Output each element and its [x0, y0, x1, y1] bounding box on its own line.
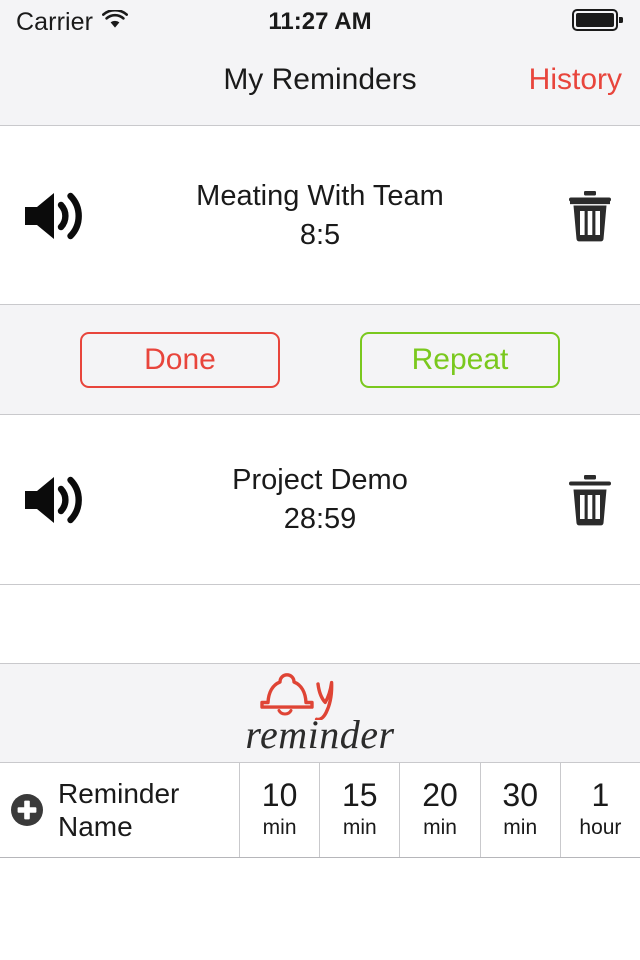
logo-mark: reminder: [230, 670, 410, 757]
add-reminder-button[interactable]: Reminder Name: [0, 763, 240, 857]
plus-circle-icon: [10, 793, 44, 827]
preset-unit: min: [262, 815, 297, 839]
speaker-volume-icon[interactable]: [18, 186, 90, 246]
repeat-button[interactable]: Repeat: [360, 332, 560, 388]
trash-icon[interactable]: [560, 186, 620, 246]
preset-unit: min: [423, 815, 457, 839]
status-bar: Carrier 11:27 AM: [0, 0, 640, 44]
preset-unit: min: [503, 815, 538, 839]
preset-value: 10: [261, 777, 298, 814]
preset-unit: min: [342, 815, 377, 839]
reminder-name: Meating With Team: [196, 179, 444, 212]
app-screen: Carrier 11:27 AM My Reminders History Me…: [0, 0, 640, 960]
speaker-volume-icon[interactable]: [18, 470, 90, 530]
reminder-time: 28:59: [283, 502, 357, 535]
app-logo: reminder: [0, 663, 640, 763]
reminder-time: 8:5: [299, 218, 341, 251]
trash-icon[interactable]: [560, 470, 620, 530]
logo-wordmark: reminder: [245, 712, 395, 757]
preset-value: 20: [422, 777, 458, 814]
preset-value: 30: [502, 777, 538, 814]
battery-full-icon: [572, 8, 624, 37]
status-bar-left: Carrier: [16, 7, 129, 37]
navigation-bar: My Reminders History: [0, 44, 640, 126]
reminder-row[interactable]: Project Demo 28:59: [0, 415, 640, 585]
status-bar-right: [572, 8, 624, 37]
reminder-text: Meating With Team 8:5: [110, 177, 530, 253]
preset-value: 15: [342, 777, 378, 814]
history-button[interactable]: History: [529, 63, 622, 97]
preset-15-min[interactable]: 15 min: [320, 763, 401, 857]
preset-20-min[interactable]: 20 min: [400, 763, 481, 857]
preset-unit: hour: [579, 815, 622, 839]
reminder-name: Project Demo: [232, 463, 408, 496]
preset-value: 1: [591, 777, 610, 814]
reminder-row[interactable]: Meating With Team 8:5: [0, 127, 640, 305]
add-reminder-toolbar: Reminder Name 10 min 15 min 20 min 30 mi…: [0, 763, 640, 858]
preset-1-hour[interactable]: 1 hour: [561, 763, 640, 857]
reminder-text: Project Demo 28:59: [110, 461, 530, 537]
reminder-name-label: Reminder Name: [58, 777, 180, 842]
carrier-label: Carrier: [16, 7, 94, 36]
reminder-action-row: Done Repeat: [0, 305, 640, 415]
done-button[interactable]: Done: [80, 332, 280, 388]
wifi-icon: [102, 8, 129, 35]
preset-30-min[interactable]: 30 min: [481, 763, 561, 857]
preset-10-min[interactable]: 10 min: [240, 763, 321, 857]
